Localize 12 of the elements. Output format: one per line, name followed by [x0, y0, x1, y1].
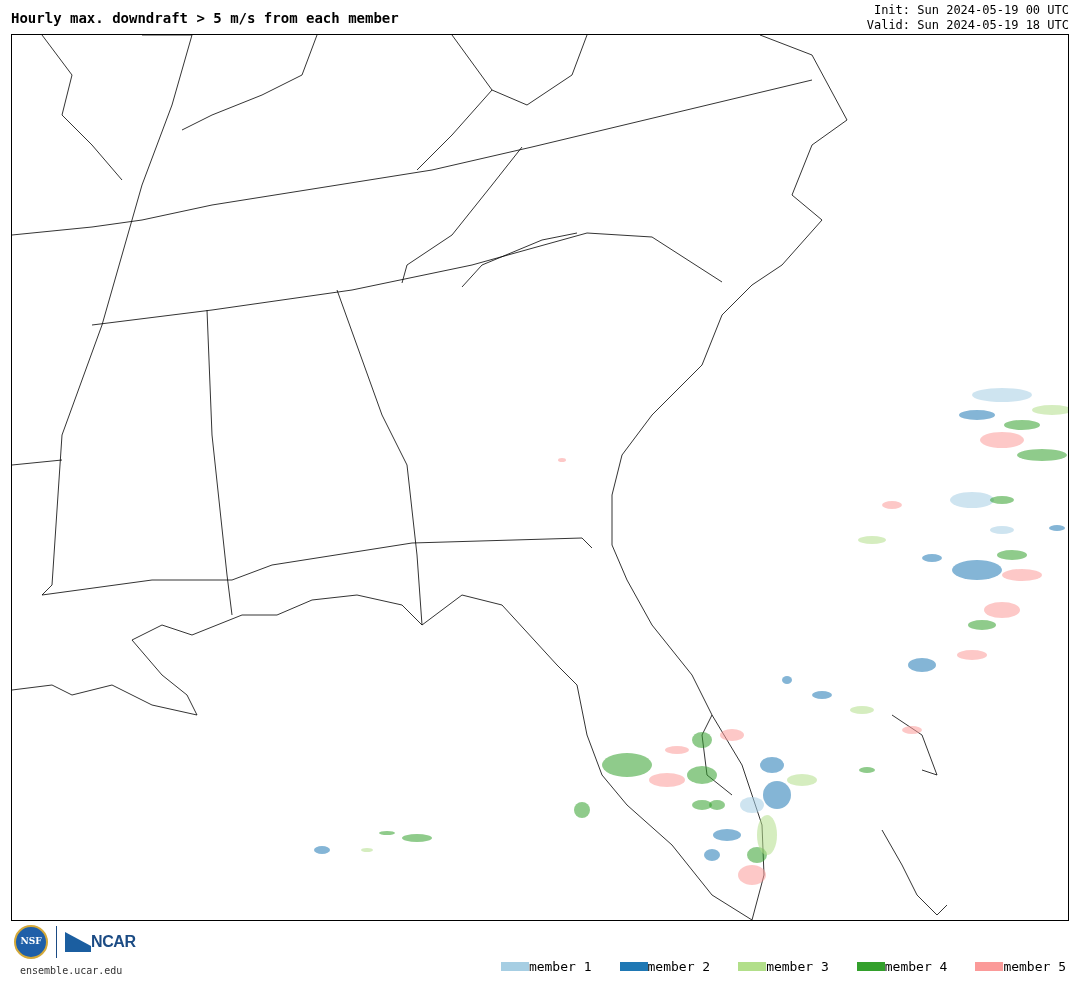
- legend-label: member 5: [1003, 957, 1066, 976]
- legend-label: member 3: [766, 957, 829, 976]
- chart-title: Hourly max. downdraft > 5 m/s from each member: [11, 9, 399, 28]
- nsf-logo: NSF: [14, 925, 48, 959]
- site-url: ensemble.ucar.edu: [19, 964, 123, 978]
- ncar-mark-icon: [65, 932, 91, 952]
- legend-label: member 4: [884, 957, 948, 976]
- init-time: Init: Sun 2024-05-19 00 UTC: [873, 3, 1069, 18]
- valid-time: Valid: Sun 2024-05-19 18 UTC: [866, 18, 1069, 33]
- legend-label: member 1: [528, 957, 592, 976]
- ncar-logo: NCAR: [91, 932, 136, 952]
- legend-label: member 2: [647, 957, 711, 976]
